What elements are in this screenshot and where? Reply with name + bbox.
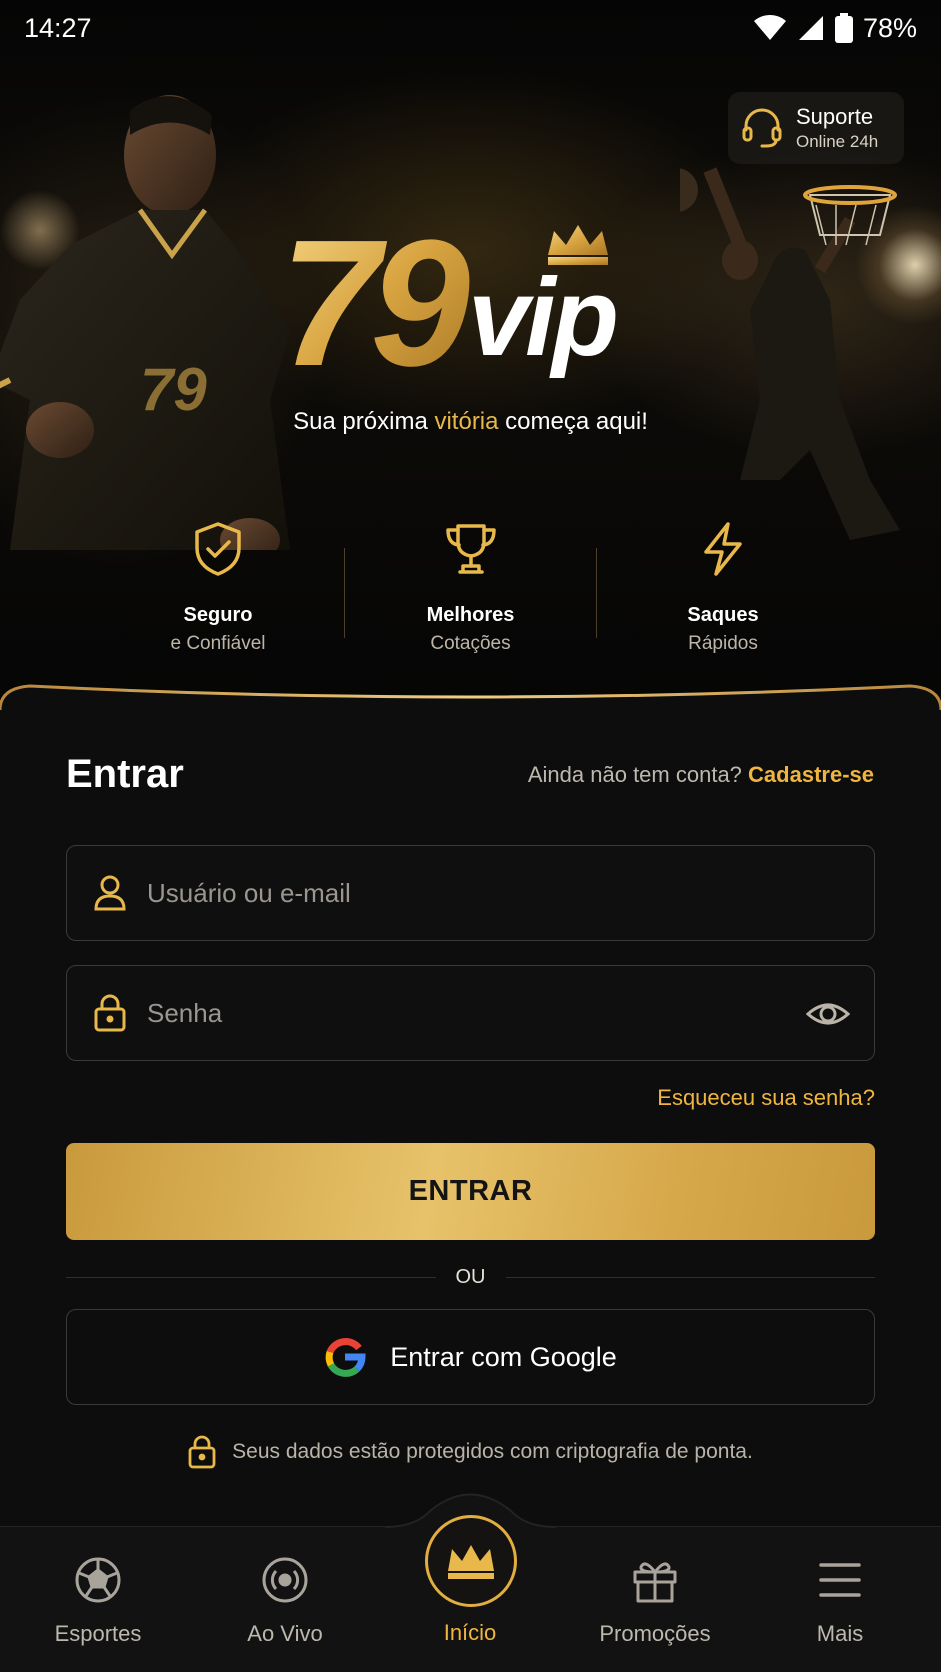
nav-item-promocoes[interactable]: Promoções [575,1555,735,1647]
lock-icon [94,994,126,1032]
login-panel: Entrar Ainda não tem conta? Cadastre-se … [0,700,941,1530]
gift-icon [633,1562,677,1603]
lock-icon [188,1435,216,1469]
signal-icon [798,16,823,40]
feature-odds: Melhores Cotações [351,520,591,660]
eye-icon[interactable] [806,992,850,1036]
gold-curve-divider [0,684,941,730]
menu-icon [819,1563,861,1597]
nav-item-ao-vivo[interactable]: Ao Vivo [205,1555,365,1647]
google-login-label: Entrar com Google [390,1341,617,1372]
login-title: Entrar [66,752,184,796]
login-header: Entrar Ainda não tem conta? Cadastre-se [66,752,874,797]
feature-secure: Seguro e Confiável [98,520,338,660]
tagline-highlight: vitória [434,408,499,435]
battery-level: 78% [862,12,917,43]
support-button[interactable]: Suporte Online 24h [728,92,904,164]
security-note-text: Seus dados estão protegidos com criptogr… [232,1440,753,1463]
tagline: Sua próxima vitória começa aqui! [293,408,648,435]
nav-item-esportes[interactable]: Esportes [18,1555,178,1647]
basketball-player-image [680,167,900,540]
support-title: Suporte [796,104,874,129]
features-row: Seguro e Confiável Melhores Cotações Saq… [98,520,843,660]
soccer-player-image: 79 [0,95,290,550]
logo-word: vip [468,256,616,379]
password-input[interactable] [147,997,747,1029]
headset-icon [742,108,782,148]
feature-divider [343,548,345,638]
login-button[interactable]: ENTRAR [66,1143,875,1240]
status-bar: 14:27 78% [0,0,941,56]
logo-number: 79 [280,205,470,380]
soccer-ball-icon [75,1557,121,1603]
username-input[interactable] [147,877,747,909]
google-icon [325,1338,366,1377]
crown-logo-icon [548,225,608,265]
forgot-password-link[interactable]: Esqueceu sua senha? [657,1085,875,1111]
google-login-button[interactable]: Entrar com Google [66,1309,875,1405]
password-field[interactable] [66,965,875,1061]
signup-prompt: Ainda não tem conta? Cadastre-se [527,761,874,787]
nav-item-inicio-label: Início [443,1620,497,1645]
brand-logo: 79 vip [280,205,620,380]
user-icon [94,875,126,911]
nav-item-mais[interactable]: Mais [760,1555,920,1647]
or-divider: OU [66,1262,875,1292]
signup-link[interactable]: Cadastre-se [748,762,874,787]
status-time: 14:27 [24,12,92,43]
wifi-icon [753,15,786,40]
nav-item-inicio[interactable] [425,1515,517,1607]
trophy-icon [445,524,496,574]
crown-icon [448,1545,494,1579]
status-icons: 78% [753,13,917,44]
username-field[interactable] [66,845,875,941]
support-subtitle: Online 24h [796,132,879,151]
battery-icon [834,13,853,43]
shield-check-icon [195,522,241,576]
feature-withdrawals: Saques Rápidos [603,520,843,660]
security-note: Seus dados estão protegidos com criptogr… [0,1435,941,1469]
lightning-icon [704,522,742,576]
live-broadcast-icon [262,1557,308,1603]
or-text: OU [455,1265,486,1288]
feature-divider [596,548,598,638]
hero-banner: 14:27 78% 79 Suporte Online 24h 79 vip S… [0,0,941,720]
